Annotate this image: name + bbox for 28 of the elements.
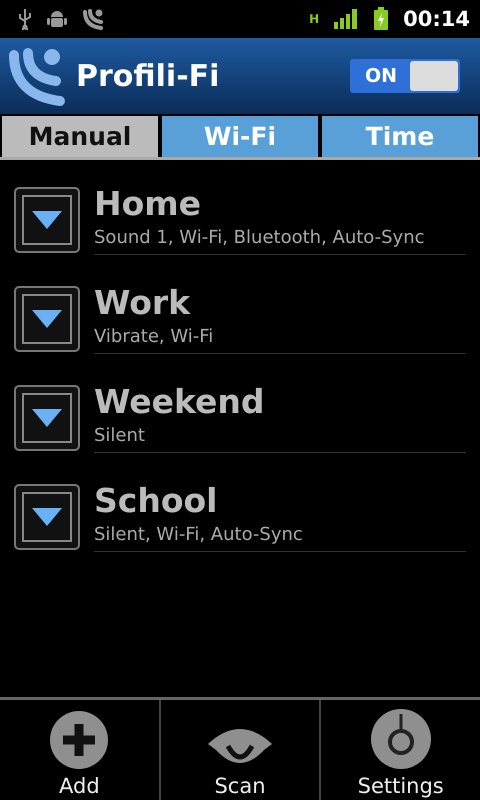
usb-icon — [18, 8, 32, 30]
profile-settings: Vibrate, Wi-Fi — [94, 326, 214, 347]
expand-button[interactable] — [14, 186, 80, 252]
expand-button[interactable] — [14, 484, 80, 550]
dial-icon — [370, 708, 432, 770]
android-icon — [46, 9, 68, 29]
down-triangle-icon — [32, 310, 62, 328]
profile-settings: Silent — [94, 425, 146, 446]
plus-icon — [49, 710, 110, 770]
profile-name: Weekend — [94, 382, 266, 421]
profile-name: Home — [94, 184, 202, 223]
battery-icon — [373, 7, 390, 31]
profile-settings: Silent, Wi-Fi, Auto-Sync — [94, 524, 304, 545]
wifi-waves-icon — [82, 8, 106, 30]
expand-button[interactable] — [14, 384, 80, 450]
down-triangle-icon — [32, 210, 62, 228]
on-off-toggle[interactable]: ON — [350, 59, 460, 93]
down-triangle-icon — [32, 508, 62, 526]
app-title: Profili-Fi — [76, 58, 220, 94]
profile-name: School — [94, 481, 218, 520]
network-type: H — [309, 12, 320, 26]
profile-name: Work — [94, 283, 192, 322]
tab[interactable]: Manual — [2, 116, 158, 157]
expand-button[interactable] — [14, 286, 80, 352]
down-triangle-icon — [32, 408, 62, 426]
clock: 00:14 — [403, 7, 470, 31]
profile-settings: Sound 1, Wi-Fi, Bluetooth, Auto-Sync — [94, 227, 426, 248]
signal-icon — [333, 8, 360, 30]
